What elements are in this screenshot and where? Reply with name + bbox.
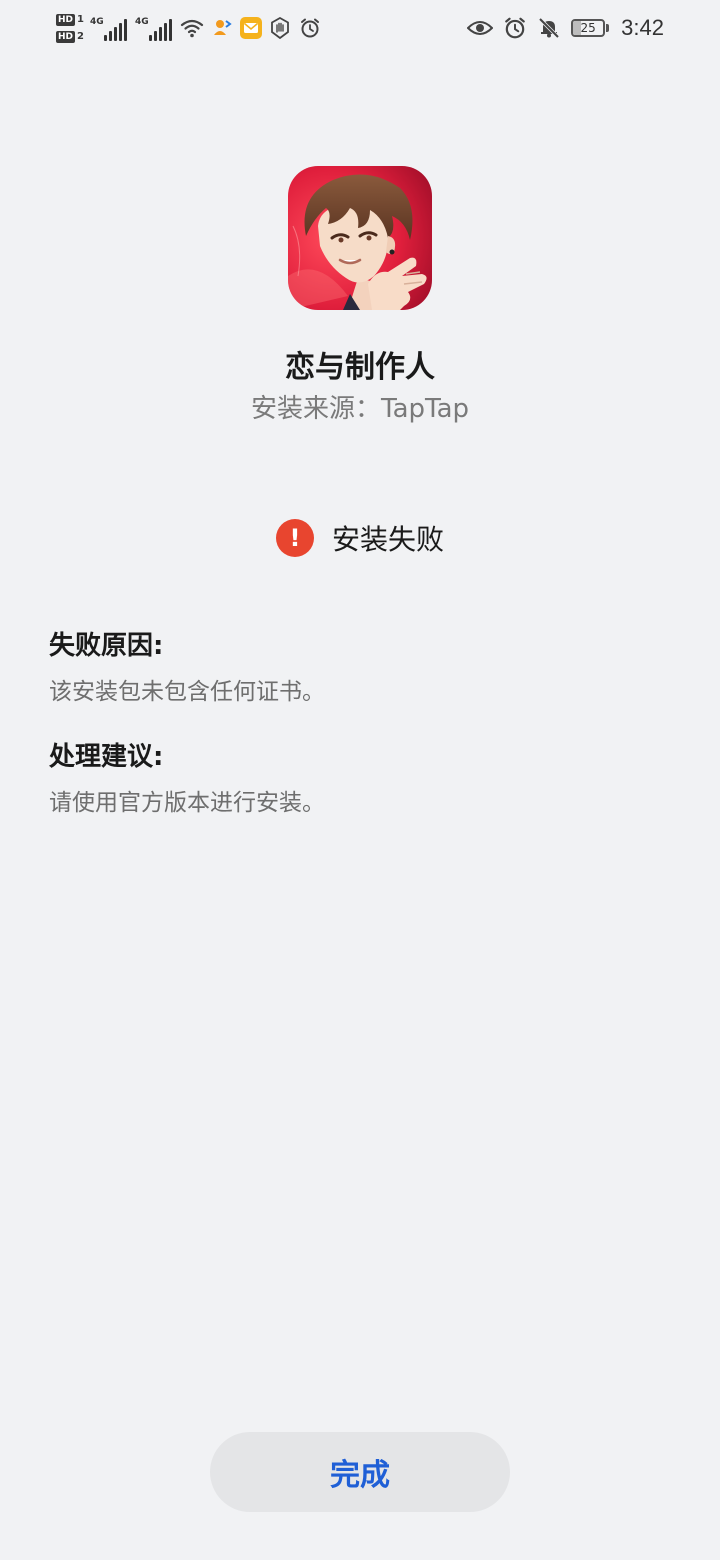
status-bar-right: 25 3:42 [467,10,664,46]
battery-fill [573,21,581,35]
suggestion-title: 处理建议: [49,742,164,772]
suggestion-text: 请使用官方版本进行安装。 [49,790,325,816]
install-status: ! 安装失败 [0,518,720,558]
install-status-text: 安装失败 [331,523,444,556]
hd-label: HD [56,30,76,43]
clock: 3:42 [621,15,664,40]
battery-body: 25 [571,19,606,37]
install-result-screen: HD 1 HD 2 4G 4G 25 3:42 恋与制作人 安装来源：TapTa… [0,0,720,1560]
battery-level-text: 25 [580,21,596,35]
network-type-label: 4G [134,17,149,27]
install-source: 安装来源：TapTap [250,394,470,424]
signal-4g-icon: 4G [90,15,129,41]
sim-number: 1 [77,13,84,25]
eye-icon [467,16,494,40]
alarm-icon [298,16,322,40]
app-notification-icon [210,16,234,40]
network-type-label: 4G [89,17,104,27]
status-bar-left: HD 1 HD 2 4G 4G [56,6,322,50]
app-character-icon [288,166,432,310]
failure-reason-text: 该安装包未包含任何证书。 [49,679,325,705]
hand-icon [268,16,292,40]
sim-tag-2: HD 2 [56,30,84,44]
done-button[interactable]: 完成 [210,1432,510,1512]
wifi-icon [180,16,204,40]
sim-tag-1: HD 1 [56,13,84,27]
signal-4g-icon: 4G [135,15,174,41]
battery-tip [606,24,610,32]
battery-icon: 25 [571,19,610,37]
error-icon: ! [275,519,314,557]
mute-bell-icon [537,16,561,40]
failure-reason-title: 失败原因: [49,631,164,661]
status-bar: HD 1 HD 2 4G 4G 25 3:42 [0,0,720,56]
hd-label: HD [56,13,76,26]
app-name: 恋与制作人 [285,350,435,385]
mail-notification-icon [239,17,262,39]
alarm-icon [503,16,527,40]
hd-sim-icon: HD 1 HD 2 [56,13,84,44]
sim-number: 2 [77,30,84,42]
